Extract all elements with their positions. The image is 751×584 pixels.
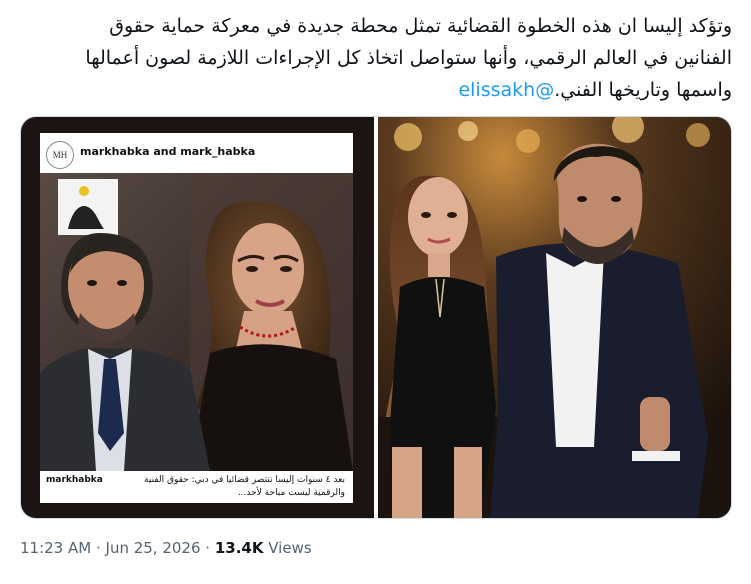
tweet-time[interactable]: 11:23 AM <box>20 539 91 557</box>
tweet-text: وتؤكد إليسا ان هذه الخطوة القضائية تمثل … <box>20 10 732 106</box>
instagram-photo <box>40 173 353 471</box>
tweet-text-line-1: وتؤكد إليسا ان هذه الخطوة القضائية تمثل … <box>109 15 732 37</box>
caption-text: بعد ٤ سنوات إليسا تنتصر قضائيا في دبي: ح… <box>144 475 345 498</box>
views-count: 13.4K <box>214 539 264 557</box>
media-photo-right[interactable] <box>378 117 731 518</box>
instagram-username: markhabka and mark_habka <box>80 145 256 158</box>
mention-link[interactable]: @elissakh <box>458 79 554 101</box>
instagram-post-card: MH markhabka and mark_habka markhabka بع… <box>40 133 353 503</box>
media-grid: MH markhabka and mark_habka markhabka بع… <box>20 116 732 519</box>
tweet-meta: 11:23 AM · Jun 25, 2026 · 13.4K Views <box>20 539 312 557</box>
tweet-text-line-2: الفنانين في العالم الرقمي، وأنها ستواصل … <box>85 47 732 69</box>
tweet-text-line-3-body: واسمها وتاريخها الفني. <box>554 79 732 101</box>
caption-username: markhabka <box>46 475 103 485</box>
couple-photo-art <box>378 117 731 518</box>
views-label: Views <box>263 539 312 557</box>
tweet-date[interactable]: Jun 25, 2026 <box>106 539 201 557</box>
avatar: MH <box>46 141 74 169</box>
media-photo-left[interactable]: MH markhabka and mark_habka markhabka بع… <box>21 117 374 518</box>
instagram-caption: markhabka بعد ٤ سنوات إليسا تنتصر قضائيا… <box>40 471 353 503</box>
meta-separator: · <box>91 539 106 557</box>
instagram-post-header: MH markhabka and mark_habka <box>40 133 353 173</box>
meta-separator: · <box>200 539 215 557</box>
instagram-photo-art <box>40 173 353 471</box>
tweet-text-line-3: واسمها وتاريخها الفني.@elissakh <box>20 74 732 106</box>
